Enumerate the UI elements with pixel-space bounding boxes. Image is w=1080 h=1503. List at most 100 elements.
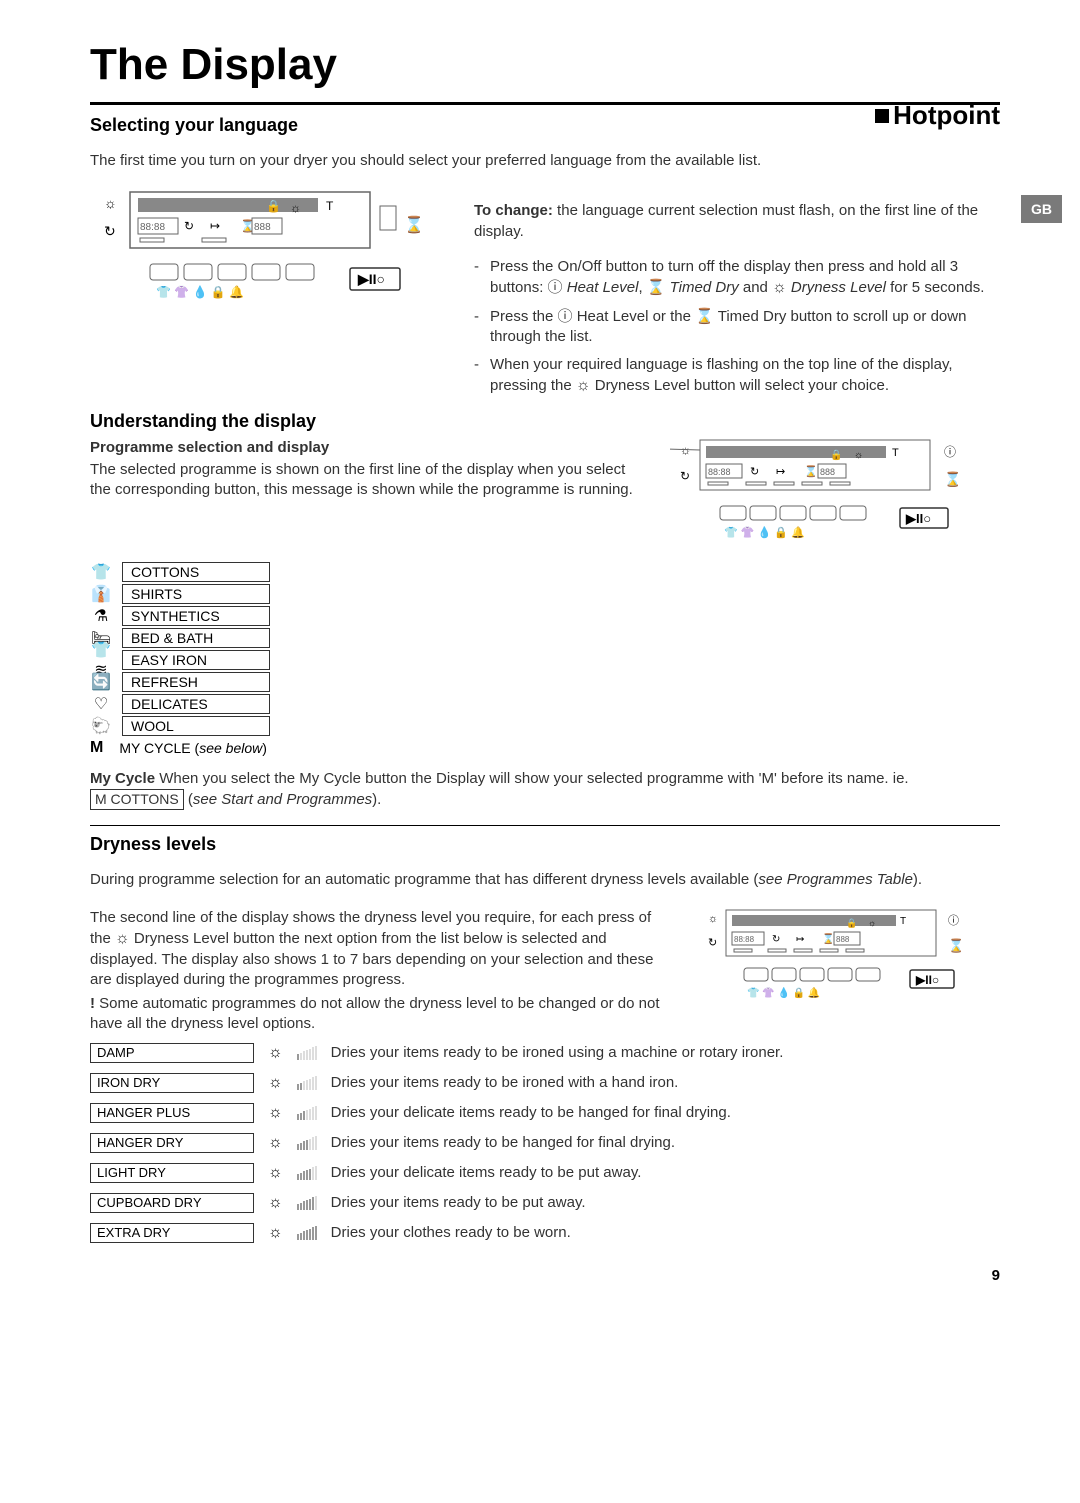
hourglass-icon: ⌛ [695, 308, 714, 325]
signal-bars-icon [297, 1226, 317, 1240]
signal-bars-icon [297, 1166, 317, 1180]
dryness-label: LIGHT DRY [90, 1163, 254, 1183]
page-title: The Display [90, 40, 1000, 90]
svg-text:↦: ↦ [210, 219, 220, 233]
dryness-row: LIGHT DRY☼Dries your delicate items read… [90, 1159, 1000, 1187]
sun-icon: ☼ [268, 1044, 283, 1062]
svg-text:⌛: ⌛ [948, 938, 964, 953]
svg-text:⌛: ⌛ [944, 471, 961, 488]
dryness-label: EXTRA DRY [90, 1223, 254, 1243]
programme-label: WOOL [123, 716, 270, 735]
brand-square-icon [875, 109, 889, 123]
svg-text:▶II○: ▶II○ [357, 271, 385, 287]
heat-icon: ⓘ [548, 279, 563, 296]
programme-label: REFRESH [123, 672, 270, 691]
dryness-desc: Dries your items ready to be ironed usin… [331, 1044, 784, 1061]
programme-row: 👕≋EASY IRON [90, 649, 1000, 671]
dryness-label: DAMP [90, 1043, 254, 1063]
programme-label: SYNTHETICS [123, 606, 270, 625]
sun-icon: ☼ [268, 1134, 283, 1152]
svg-text:T: T [892, 447, 899, 459]
flask-icon: ⚗ [90, 606, 112, 626]
wool-icon: 🐑 [90, 716, 112, 736]
svg-text:🔒: 🔒 [846, 918, 857, 928]
svg-text:↻: ↻ [680, 469, 690, 483]
dryness-row: CUPBOARD DRY ☼ Dries your items ready to b… [90, 1189, 1000, 1217]
programme-row: 👔 SHIRTS [90, 583, 1000, 605]
brand-text: Hotpoint [893, 100, 1000, 131]
svg-text:👕 👚 💧 🔒 🔔: 👕 👚 💧 🔒 🔔 [747, 986, 820, 999]
svg-text:⌛: ⌛ [404, 215, 424, 234]
programme-list: 👕COTTONS👔SHIRTS⚗SYNTHETICS🛏BED & BATH👕≋E… [90, 561, 1000, 737]
svg-text:⌛: ⌛ [240, 219, 255, 233]
programme-label: DELICATES [123, 694, 270, 713]
svg-text:☼: ☼ [854, 450, 863, 461]
svg-text:☼: ☼ [868, 918, 876, 928]
display-illustration-2: ☼ ↻ T ⓘ ⌛ 88:88 ↻ ↦ ⌛ 888 🔒 ☼ [670, 436, 1000, 561]
step-1: Press the On/Off button to turn off the … [474, 257, 1000, 299]
dryness-label: HANGER DRY [90, 1133, 254, 1153]
mycycle-row: M MY CYCLE (see below) [90, 737, 1000, 759]
signal-bars-icon [297, 1196, 317, 1210]
dryness-p2: The second line of the display shows the… [90, 908, 676, 990]
svg-text:☼: ☼ [708, 913, 718, 925]
programme-label: SHIRTS [123, 584, 270, 603]
signal-bars-icon [297, 1106, 317, 1120]
divider [90, 825, 1000, 826]
svg-text:↻: ↻ [772, 934, 780, 945]
dryness-note: ! Some automatic programmes do not allow… [90, 994, 676, 1035]
to-change-text: To change: the language current selectio… [474, 201, 1000, 242]
divider [90, 102, 1000, 105]
shirt-icon: 👔 [90, 584, 112, 604]
dryness-row: HANGER PLUS☼Dries your delicate items re… [90, 1099, 1000, 1127]
brand-logo: Hotpoint [875, 100, 1000, 131]
mycycle-paragraph: My Cycle When you select the My Cycle bu… [90, 769, 1000, 811]
svg-text:888: 888 [836, 935, 850, 944]
svg-text:🔒: 🔒 [266, 199, 281, 213]
svg-text:↻: ↻ [750, 466, 759, 478]
understanding-text: The selected programme is shown on the f… [90, 460, 650, 501]
mycycle-letter: M [90, 739, 103, 757]
svg-text:88:88: 88:88 [708, 467, 731, 477]
dryness-row: IRON DRY☼Dries your items ready to be ir… [90, 1069, 1000, 1097]
dryness-desc: Dries your delicate items ready to be ha… [331, 1104, 731, 1121]
heart-icon: ♡ [90, 694, 112, 714]
svg-text:T: T [900, 916, 906, 927]
svg-text:↦: ↦ [796, 934, 804, 945]
dryness-label: IRON DRY [90, 1073, 254, 1093]
svg-text:↻: ↻ [184, 219, 194, 233]
svg-text:☼: ☼ [290, 201, 301, 215]
sun-icon: ☼ [115, 930, 130, 947]
svg-text:ⓘ: ⓘ [948, 914, 959, 927]
dryness-desc: Dries your items ready to be ironed with… [331, 1074, 679, 1091]
selecting-intro: The first time you turn on your dryer yo… [90, 151, 1000, 171]
svg-text:👕 👚 💧 🔒 🔔: 👕 👚 💧 🔒 🔔 [724, 526, 805, 539]
display-illustration-3: ☼ ↻ T ⓘ ⌛ 88:88 ↻ ↦ ⌛ 888 🔒 ☼ [700, 906, 1000, 1039]
mycycle-example-box: M COTTONS [90, 789, 184, 810]
dryness-row: HANGER DRY ☼ Dries your items ready to be … [90, 1129, 1000, 1157]
dryness-levels-list: DAMP ☼ Dries your items ready to be ironed… [90, 1039, 1000, 1247]
svg-text:888: 888 [254, 222, 271, 233]
signal-bars-icon [297, 1046, 317, 1060]
svg-text:↦: ↦ [776, 466, 785, 478]
selecting-heading: Selecting your language [90, 115, 1000, 136]
programme-label: BED & BATH [123, 628, 270, 647]
svg-text:88:88: 88:88 [734, 935, 755, 944]
svg-text:↻: ↻ [708, 937, 717, 949]
dryness-label: CUPBOARD DRY [90, 1193, 254, 1213]
svg-text:☼: ☼ [104, 195, 117, 211]
heat-icon: ⓘ [558, 308, 573, 325]
sun-icon: ☼ [268, 1164, 283, 1182]
sun-icon: ☼ [268, 1194, 283, 1212]
dryness-desc: Dries your items ready to be hanged for … [331, 1134, 675, 1151]
svg-text:⌛: ⌛ [822, 932, 834, 945]
svg-text:↻: ↻ [104, 223, 116, 239]
sun-icon: ☼ [268, 1104, 283, 1122]
dryness-desc: Dries your items ready to be put away. [331, 1194, 586, 1211]
svg-text:▶II○: ▶II○ [905, 511, 931, 526]
dryness-desc: Dries your clothes ready to be worn. [331, 1224, 571, 1241]
programme-row: ♡ DELICATES [90, 693, 1000, 715]
sun-icon: ☼ [576, 377, 591, 394]
dryness-heading: Dryness levels [90, 834, 1000, 855]
svg-text:T: T [326, 199, 334, 213]
